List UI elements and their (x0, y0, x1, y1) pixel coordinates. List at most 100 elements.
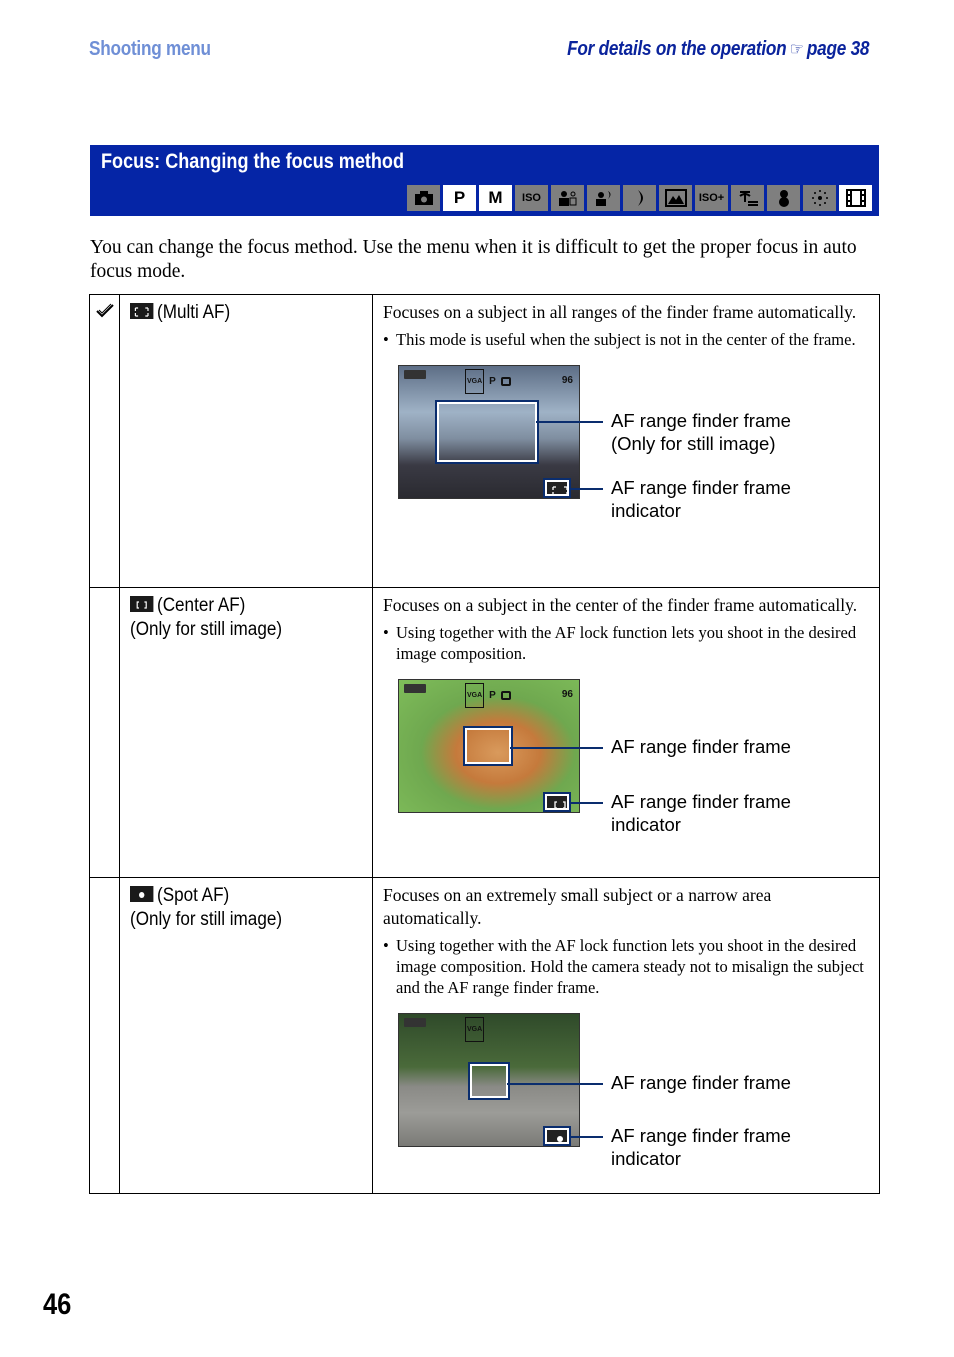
intro-paragraph: You can change the focus method. Use the… (90, 237, 857, 282)
details-prefix: For details on the operation (566, 38, 787, 60)
default-cell (89, 587, 120, 878)
af-range-finder-frame (468, 1062, 510, 1100)
high-sensitivity-icon-label: ISO (522, 192, 541, 204)
callout-frame-label: AF range finder frame (611, 1072, 791, 1093)
frame-leader-line (536, 421, 603, 423)
remaining-shots: 96 (561, 689, 573, 700)
osd-mode: P (489, 690, 496, 701)
running-head-section: Shooting menu (89, 38, 211, 60)
section-title: Focus: Changing the focus method (101, 150, 405, 173)
fireworks-icon (803, 185, 836, 211)
callout-indicator: AF range finder frame indicator (611, 790, 821, 836)
lcd-osd: VGA P 96 (399, 683, 579, 708)
memory-icon (500, 377, 511, 386)
callout-indicator-label: AF range finder frame indicator (611, 791, 791, 835)
callout-frame: AF range finder frame (611, 1071, 791, 1094)
callout-frame-label: AF range finder frame (611, 736, 791, 757)
callout-indicator-label: AF range finder frame indicator (611, 1125, 791, 1169)
spot-af-icon (130, 886, 154, 902)
osd-mode-group: VGA P (465, 683, 515, 708)
battery-icon (404, 684, 426, 693)
method-description-cell: Focuses on an extremely small subject or… (372, 877, 880, 1194)
method-name-cell: (Center AF) (Only for still image) (119, 587, 373, 878)
method-bullet-text: Using together with the AF lock function… (396, 623, 857, 663)
method-bullet: • Using together with the AF lock functi… (383, 622, 869, 664)
frame-leader-line (507, 1083, 603, 1085)
focus-method-table: (Multi AF) Focuses on a subject in all r… (89, 294, 880, 1194)
high-speed-shutter-iso-plus-icon-label: ISO+ (698, 192, 725, 204)
lcd-screen-image: VGA P 96 (398, 679, 580, 813)
bullet-icon: • (383, 936, 389, 955)
running-head-details[interactable]: For details on the operation ☞ page 38 (567, 38, 869, 61)
focus-method-row: (Spot AF) (Only for still image) Focuses… (89, 877, 880, 1194)
callout-indicator-label: AF range finder frame indicator (611, 477, 791, 521)
default-cell (89, 877, 120, 1194)
program-mode-icon: P (443, 185, 476, 211)
twilight-icon (623, 185, 656, 211)
default-cell (89, 294, 120, 588)
battery-icon (404, 1018, 426, 1027)
callout-indicator: AF range finder frame indicator (611, 1124, 821, 1170)
bullet-icon: • (383, 623, 389, 642)
mode-icon-strip: P M ISO ISO+ (407, 185, 872, 211)
image-size-vga-icon: VGA (465, 683, 485, 708)
method-bullet-text: This mode is useful when the subject is … (396, 330, 856, 349)
image-size-vga-icon: VGA (465, 369, 485, 394)
af-range-finder-frame (435, 400, 539, 464)
indicator-leader-line (569, 488, 603, 490)
af-range-finder-frame (463, 726, 513, 766)
pointing-hand-icon: ☞ (789, 39, 804, 59)
method-name-cell: (Multi AF) (119, 294, 373, 588)
bullet-icon: • (383, 330, 389, 349)
method-description-cell: Focuses on a subject in the center of th… (372, 587, 880, 878)
manual-mode-icon: M (479, 185, 512, 211)
callout-frame-label: AF range finder frame (611, 410, 791, 431)
method-description: Focuses on a subject in the center of th… (383, 595, 858, 615)
focus-method-row: (Multi AF) Focuses on a subject in all r… (89, 294, 880, 588)
indicator-leader-line (569, 802, 603, 804)
method-bullet: • Using together with the AF lock functi… (383, 935, 869, 998)
battery-icon (404, 370, 426, 379)
lcd-screen-image: VGA P 96 (398, 365, 580, 499)
af-range-finder-indicator (543, 1126, 571, 1146)
method-name: (Center AF) (157, 595, 246, 616)
method-description-cell: Focuses on a subject in all ranges of th… (372, 294, 880, 588)
soft-snap-icon (551, 185, 584, 211)
focus-method-row: (Center AF) (Only for still image) Focus… (89, 587, 880, 878)
center-af-icon (130, 596, 154, 612)
method-bullet-text: Using together with the AF lock function… (396, 936, 864, 997)
details-page-link[interactable]: page 38 (807, 38, 870, 60)
method-description: Focuses on an extremely small subject or… (383, 885, 772, 928)
high-sensitivity-icon: ISO (515, 185, 548, 211)
method-bullet: • This mode is useful when the subject i… (383, 329, 869, 350)
callout-frame: AF range finder frame (Only for still im… (611, 409, 791, 455)
program-mode-icon-label: P (453, 188, 466, 207)
twilight-portrait-icon (587, 185, 620, 211)
osd-mode-group: VGA P (465, 369, 515, 394)
callout-indicator: AF range finder frame indicator (611, 476, 821, 522)
callout-frame: AF range finder frame (611, 735, 791, 758)
default-check-icon (95, 303, 114, 318)
landscape-icon (659, 185, 692, 211)
method-name-cell: (Spot AF) (Only for still image) (119, 877, 373, 1194)
lcd-example: VGA P 96 AF range finder frame (Only for… (383, 365, 869, 535)
method-name: (Multi AF) (157, 302, 231, 323)
osd-mode: P (489, 376, 496, 387)
lcd-example: VGA P 96 AF range finder frame AF range … (383, 679, 869, 849)
lcd-osd: VGA P 96 (399, 369, 579, 394)
page-number: 46 (43, 1288, 72, 1321)
high-speed-shutter-iso-plus-icon: ISO+ (695, 185, 728, 211)
auto-camera-icon (407, 185, 440, 211)
lcd-screen-image: VGA (398, 1013, 580, 1147)
frame-leader-line (510, 747, 603, 749)
manual-mode-icon-label: M (488, 188, 503, 207)
lcd-osd: VGA (399, 1017, 579, 1042)
osd-mode-group: VGA (465, 1017, 515, 1042)
beach-icon (731, 185, 764, 211)
image-size-vga-icon: VGA (465, 1017, 485, 1042)
remaining-shots: 96 (561, 375, 573, 386)
memory-icon (500, 691, 511, 700)
af-range-finder-indicator (543, 478, 571, 498)
multi-af-icon (130, 303, 154, 319)
lcd-example: VGA AF range finder frame AF range finde… (383, 1013, 869, 1183)
